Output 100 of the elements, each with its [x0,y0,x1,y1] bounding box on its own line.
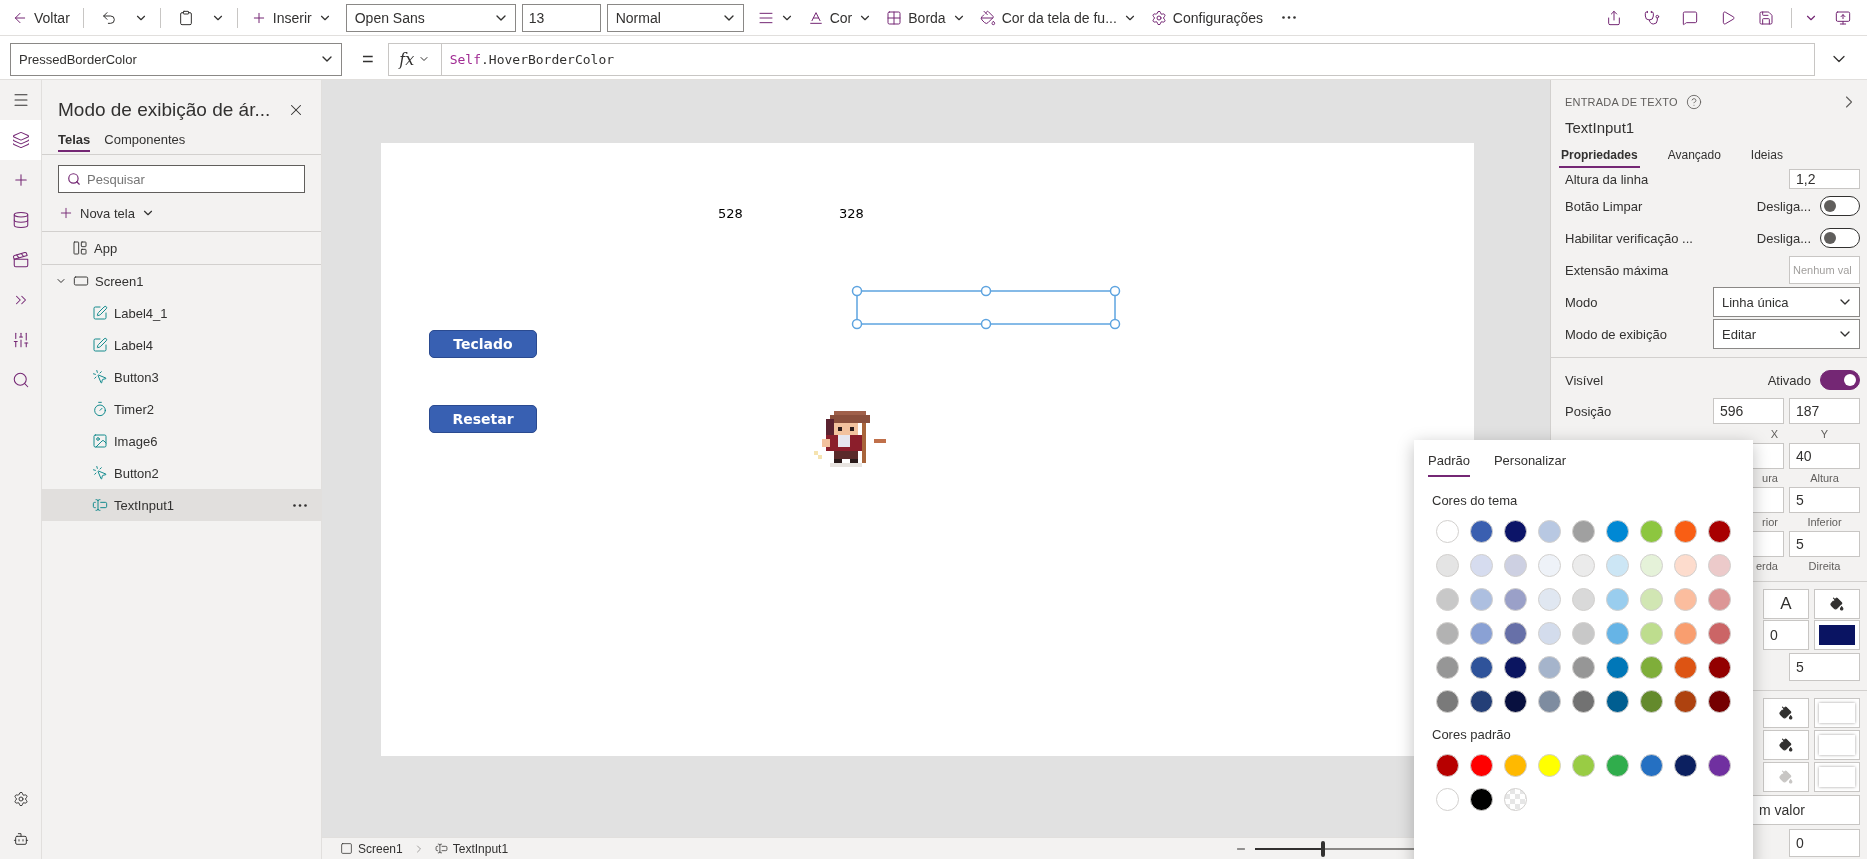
color-swatch[interactable] [1708,656,1731,679]
color-swatch[interactable] [1708,754,1731,777]
color-swatch[interactable] [1640,690,1663,713]
fill-color-button[interactable] [1814,588,1860,619]
border-button[interactable]: Borda [880,2,972,33]
property-field[interactable]: 40 [1789,443,1860,469]
color-swatch[interactable] [1436,754,1459,777]
color-swatch[interactable] [1436,690,1459,713]
color-swatch[interactable] [1606,520,1629,543]
new-screen-button[interactable]: Nova tela [58,199,321,227]
tree-item[interactable]: Timer2 [42,393,321,425]
color-swatch[interactable] [1674,622,1697,645]
color-swatch[interactable] [1572,656,1595,679]
tree-item[interactable]: Button2 [42,457,321,489]
property-field[interactable]: 5 [1789,653,1860,681]
color-swatch[interactable] [1674,588,1697,611]
color-swatch[interactable] [1538,690,1561,713]
color-swatch[interactable] [1708,588,1731,611]
color-swatch[interactable] [1640,588,1663,611]
function-button[interactable]: fx [387,42,442,76]
property-dropdown[interactable]: Editar [1713,319,1860,349]
insert-button[interactable]: Inserir [244,2,338,33]
property-field[interactable]: 5 [1789,531,1860,557]
color-swatch[interactable] [1606,554,1629,577]
text-input-selection[interactable] [851,285,1121,330]
panel-tab[interactable]: Telas [58,132,91,152]
tree-item[interactable]: TextInput1 [42,489,321,521]
color-swatch[interactable] [1470,656,1493,679]
color-swatch[interactable] [1538,622,1561,645]
color-swatch[interactable] [1504,656,1527,679]
color-swatch[interactable] [1470,520,1493,543]
property-field[interactable]: 596 [1713,398,1784,424]
font-dropdown[interactable]: Open Sans [345,3,516,32]
color-swatch[interactable] [1640,554,1663,577]
color-swatch[interactable] [1572,690,1595,713]
property-field[interactable]: 1,2 [1789,169,1860,189]
color-swatch[interactable] [1606,588,1629,611]
color-swatch[interactable] [1708,554,1731,577]
color-swatch[interactable] [1504,520,1527,543]
color-swatch[interactable] [1814,762,1860,792]
toggle-switch[interactable] [1820,370,1860,390]
color-swatch[interactable] [1504,690,1527,713]
picker-tab[interactable]: Padrão [1428,453,1470,477]
canvas-button[interactable]: Resetar [429,405,537,433]
fill-button[interactable]: Cor da tela de fu... [973,2,1143,33]
color-swatch[interactable] [1708,520,1731,543]
color-swatch[interactable] [1708,690,1731,713]
color-swatch[interactable] [1640,754,1663,777]
color-swatch[interactable] [1504,588,1527,611]
color-swatch[interactable] [1470,554,1493,577]
color-swatch[interactable] [1436,588,1459,611]
property-field[interactable]: 0 [1789,829,1860,857]
color-swatch[interactable] [1572,520,1595,543]
color-swatch[interactable] [1504,622,1527,645]
settings-button[interactable]: Configurações [1144,2,1270,33]
panel-tab[interactable]: Componentes [104,132,186,152]
color-swatch[interactable] [1436,622,1459,645]
breadcrumb-item[interactable]: TextInput1 [430,841,513,856]
canvas-button[interactable]: Teclado [429,330,537,358]
properties-tab[interactable]: Avançado [1665,148,1723,168]
color-swatch[interactable] [1606,690,1629,713]
tree-item[interactable]: Label4 [42,329,321,361]
tree-item[interactable]: Image6 [42,425,321,457]
font-size-field[interactable]: 13 [521,3,601,32]
fill-color-button[interactable] [1763,730,1809,760]
color-swatch[interactable] [1674,554,1697,577]
color-swatch[interactable] [1470,622,1493,645]
color-swatch[interactable] [1470,690,1493,713]
color-swatch[interactable] [1504,554,1527,577]
color-swatch[interactable] [1640,622,1663,645]
color-swatch[interactable] [1606,656,1629,679]
font-weight-dropdown[interactable]: Normal [606,3,744,32]
color-swatch[interactable] [1674,754,1697,777]
tree-item[interactable]: Screen1 [42,265,321,297]
picker-tab[interactable]: Personalizar [1493,453,1567,477]
color-swatch[interactable] [1674,656,1697,679]
color-swatch[interactable] [1640,520,1663,543]
tree-item[interactable]: Button3 [42,361,321,393]
formula-field[interactable]: Self.HoverBorderColor [441,42,1815,76]
color-swatch[interactable] [1708,622,1731,645]
color-swatch[interactable] [1470,588,1493,611]
color-swatch[interactable] [1538,520,1561,543]
color-swatch[interactable] [1674,520,1697,543]
property-dropdown[interactable]: Linha única [1713,287,1860,317]
color-swatch[interactable] [1814,620,1860,650]
property-dropdown[interactable]: PressedBorderColor [10,42,342,76]
tree-item[interactable]: Label4_1 [42,297,321,329]
color-swatch[interactable] [1538,588,1561,611]
color-swatch[interactable] [1538,554,1561,577]
color-swatch[interactable] [1436,554,1459,577]
transparent-swatch[interactable] [1504,788,1527,811]
toggle-switch[interactable] [1820,228,1860,248]
color-swatch[interactable] [1606,622,1629,645]
color-swatch[interactable] [1538,656,1561,679]
color-swatch[interactable] [1814,730,1860,760]
color-swatch[interactable] [1674,690,1697,713]
toggle-switch[interactable] [1820,196,1860,216]
property-field[interactable]: 187 [1789,398,1860,424]
color-swatch[interactable] [1640,656,1663,679]
properties-tab[interactable]: Propriedades [1559,148,1640,168]
